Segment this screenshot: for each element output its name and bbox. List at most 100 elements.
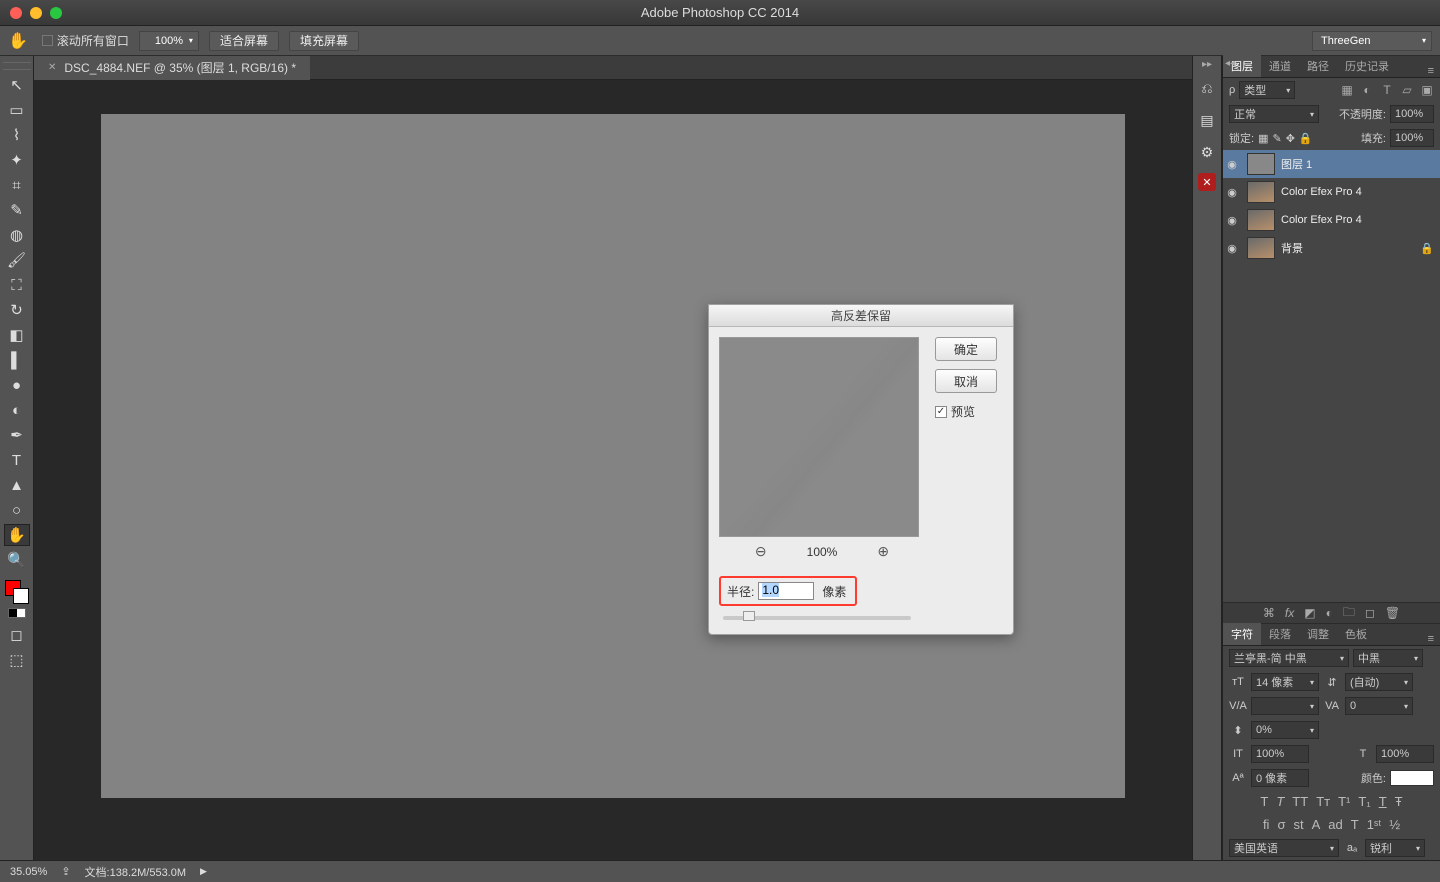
group-icon[interactable]: 🗀	[1343, 603, 1355, 624]
text-color-swatch[interactable]	[1390, 770, 1434, 786]
share-icon[interactable]: ⇪	[61, 865, 70, 878]
font-family-select[interactable]: 兰亭黑-简 中黑	[1229, 649, 1349, 667]
opentype-frac-icon[interactable]: ½	[1389, 817, 1400, 832]
expand-panels-icon[interactable]: ▸▸	[1202, 59, 1212, 70]
radius-input[interactable]: 1.0	[758, 582, 814, 600]
eyedropper-tool-icon[interactable]: ✎	[4, 199, 30, 221]
filter-smart-icon[interactable]: ▣	[1420, 83, 1434, 97]
smallcaps-icon[interactable]: Tᴛ	[1316, 794, 1330, 809]
history-brush-tool-icon[interactable]: ↻	[4, 299, 30, 321]
visibility-icon[interactable]: ◉	[1223, 186, 1241, 199]
allcaps-icon[interactable]: TT	[1292, 794, 1308, 809]
filter-adjust-icon[interactable]: ◐	[1360, 83, 1374, 97]
layer-row[interactable]: ◉ Color Efex Pro 4	[1223, 206, 1440, 234]
new-layer-icon[interactable]: ◻	[1365, 606, 1375, 620]
radius-slider[interactable]	[723, 616, 911, 620]
doc-size-readout[interactable]: 文档:138.2M/553.0M	[85, 864, 187, 880]
ok-button[interactable]: 确定	[935, 337, 997, 361]
h-scale-field[interactable]: 100%	[1251, 745, 1309, 763]
filter-pixel-icon[interactable]: ▦	[1340, 83, 1354, 97]
layer-thumb[interactable]	[1247, 209, 1275, 231]
layer-row[interactable]: ◉ Color Efex Pro 4	[1223, 178, 1440, 206]
healing-tool-icon[interactable]: ◍	[4, 224, 30, 246]
quick-select-tool-icon[interactable]: ✦	[4, 149, 30, 171]
lasso-tool-icon[interactable]: ⌇	[4, 124, 30, 146]
opentype-a-icon[interactable]: A	[1312, 817, 1321, 832]
language-select[interactable]: 美国英语	[1229, 839, 1339, 857]
layer-thumb[interactable]	[1247, 237, 1275, 259]
font-style-select[interactable]: 中黑	[1353, 649, 1423, 667]
opentype-fi-icon[interactable]: fi	[1263, 817, 1270, 832]
tab-adjust[interactable]: 调整	[1299, 623, 1337, 645]
leading-field[interactable]: (自动)	[1345, 673, 1413, 691]
dodge-tool-icon[interactable]: ◐	[4, 399, 30, 421]
zoom-out-icon[interactable]: ⊖	[755, 543, 767, 560]
tab-channels[interactable]: 通道	[1261, 55, 1299, 77]
eraser-tool-icon[interactable]: ◧	[4, 324, 30, 346]
history-panel-icon[interactable]: ⎌	[1196, 77, 1218, 99]
zoom-in-icon[interactable]: ⊕	[877, 543, 889, 560]
zoom-level-select[interactable]: 100%	[139, 31, 199, 51]
properties-panel-icon[interactable]: ⚙	[1196, 141, 1218, 163]
zoom-readout[interactable]: 35.05%	[10, 866, 47, 878]
brush-tool-icon[interactable]: 🖌	[4, 249, 30, 271]
underline-icon[interactable]: T	[1379, 794, 1387, 809]
color-swatches[interactable]	[5, 580, 29, 604]
collapse-panels-icon[interactable]: ◂◂	[1225, 58, 1235, 69]
visibility-icon[interactable]: ◉	[1223, 214, 1241, 227]
scroll-all-windows-checkbox[interactable]: 滚动所有窗口	[42, 32, 129, 49]
hand-tool-icon[interactable]: ✋	[4, 524, 30, 546]
opentype-ad-icon[interactable]: ad	[1328, 817, 1342, 832]
workspace-select[interactable]: ThreeGen	[1312, 31, 1432, 51]
layer-thumb[interactable]	[1247, 153, 1275, 175]
tracking-field[interactable]: 0	[1345, 697, 1413, 715]
lock-all-icon[interactable]: 🔒	[1299, 132, 1313, 145]
superscript-icon[interactable]: T¹	[1338, 794, 1350, 809]
lock-paint-icon[interactable]: ✎	[1272, 132, 1281, 145]
zoom-tool-icon[interactable]: 🔍	[4, 549, 30, 571]
tab-paths[interactable]: 路径	[1299, 55, 1337, 77]
type-tool-icon[interactable]: T	[4, 449, 30, 471]
layer-name[interactable]: 背景	[1281, 240, 1303, 256]
preview-checkbox[interactable]: ✓预览	[935, 403, 997, 420]
strike-icon[interactable]: Ŧ	[1395, 794, 1403, 809]
filter-type-icon[interactable]: T	[1380, 83, 1394, 97]
opentype-st-icon[interactable]: st	[1293, 817, 1303, 832]
layer-filter-select[interactable]: 类型	[1239, 81, 1295, 99]
lock-pos-icon[interactable]: ✥	[1286, 132, 1295, 145]
antialias-select[interactable]: 锐利	[1365, 839, 1425, 857]
layer-name[interactable]: Color Efex Pro 4	[1281, 214, 1362, 226]
fit-screen-button[interactable]: 适合屏幕	[209, 31, 279, 51]
shape-tool-icon[interactable]: ○	[4, 499, 30, 521]
layer-row[interactable]: ◉ 背景 🔒	[1223, 234, 1440, 262]
close-tab-icon[interactable]: ✕	[48, 62, 56, 73]
font-size-field[interactable]: 14 像素	[1251, 673, 1319, 691]
link-layers-icon[interactable]: ⌘	[1263, 606, 1275, 620]
tab-history[interactable]: 历史记录	[1337, 55, 1397, 77]
opentype-o-icon[interactable]: σ	[1277, 817, 1285, 832]
opentype-1st-icon[interactable]: 1ˢᵗ	[1367, 817, 1382, 832]
document-tab[interactable]: ✕ DSC_4884.NEF @ 35% (图层 1, RGB/16) *	[34, 56, 310, 80]
stamp-tool-icon[interactable]: ⛶	[4, 274, 30, 296]
vscale-field[interactable]: 0%	[1251, 721, 1319, 739]
visibility-icon[interactable]: ◉	[1223, 242, 1241, 255]
blur-tool-icon[interactable]: ●	[4, 374, 30, 396]
panel-menu-icon[interactable]: ≡	[1422, 65, 1440, 77]
layer-style-icon[interactable]: fx	[1285, 606, 1294, 620]
layer-mask-icon[interactable]: ◩	[1304, 606, 1315, 620]
opentype-t-icon[interactable]: T	[1351, 817, 1359, 832]
layer-thumb[interactable]	[1247, 181, 1275, 203]
marquee-tool-icon[interactable]: ▭	[4, 99, 30, 121]
tab-swatches[interactable]: 色板	[1337, 623, 1375, 645]
v-scale-field[interactable]: 100%	[1376, 745, 1434, 763]
path-select-tool-icon[interactable]: ▲	[4, 474, 30, 496]
fill-field[interactable]: 100%	[1390, 129, 1434, 147]
fill-screen-button[interactable]: 填充屏幕	[289, 31, 359, 51]
gradient-tool-icon[interactable]: ▌	[4, 349, 30, 371]
screenmode-icon[interactable]: ⬚	[4, 649, 30, 671]
opacity-field[interactable]: 100%	[1390, 105, 1434, 123]
trash-icon[interactable]: 🗑	[1385, 606, 1400, 620]
lock-trans-icon[interactable]: ▦	[1258, 132, 1268, 145]
panel-menu-icon[interactable]: ≡	[1422, 633, 1440, 645]
hand-tool-icon[interactable]: ✋	[8, 31, 28, 51]
